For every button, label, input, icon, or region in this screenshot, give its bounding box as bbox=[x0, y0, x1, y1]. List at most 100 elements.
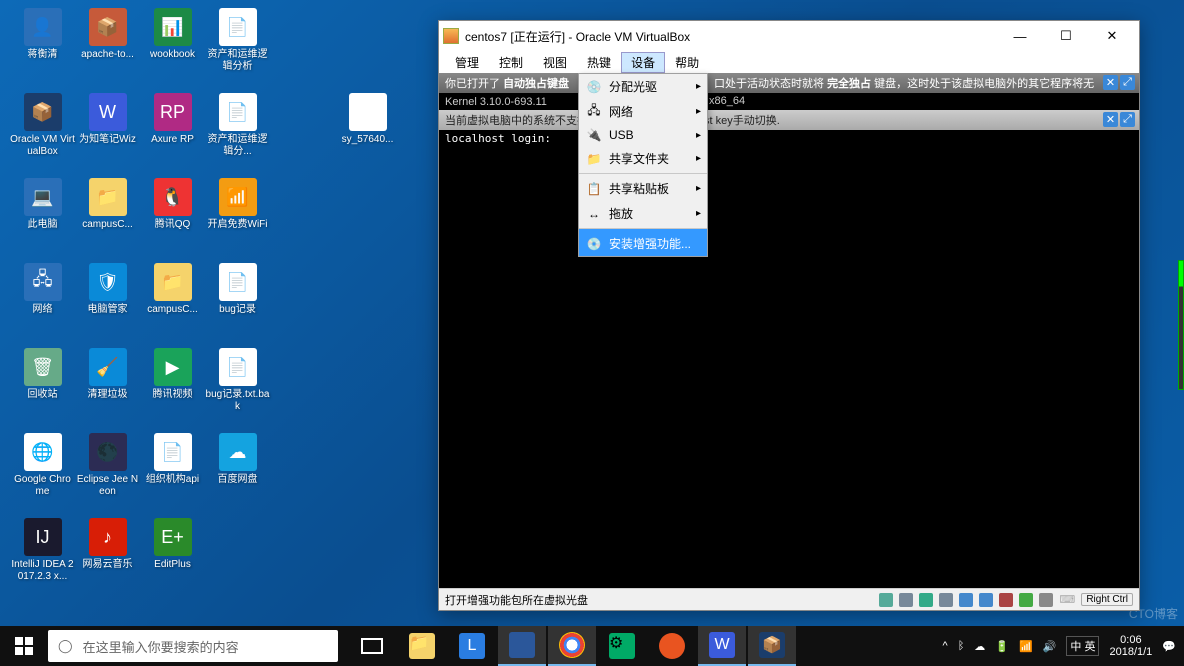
notify-dismiss-icon[interactable]: ✕ bbox=[1103, 75, 1118, 90]
menu-item[interactable]: 控制 bbox=[489, 52, 533, 73]
menu-item-icon: 📋 bbox=[585, 182, 603, 196]
desktop-icon[interactable]: 📄资产和运维逻辑分析 bbox=[205, 5, 270, 90]
notify-expand-icon[interactable]: ⤢ bbox=[1120, 75, 1135, 90]
menu-item[interactable]: 管理 bbox=[445, 52, 489, 73]
recording-icon bbox=[999, 593, 1013, 607]
system-tray[interactable]: ^ ᛒ ☁ 🔋 📶 🔊 中 英 0:06 2018/1/1 💬 bbox=[943, 634, 1184, 658]
cpu-icon bbox=[1019, 593, 1033, 607]
clock[interactable]: 0:06 2018/1/1 bbox=[1109, 634, 1152, 658]
notify-expand-icon[interactable]: ⤢ bbox=[1120, 112, 1135, 127]
menu-item-icon: 💿 bbox=[585, 80, 603, 94]
desktop-icon[interactable]: 💻此电脑 bbox=[10, 175, 75, 260]
notify-dismiss-icon[interactable]: ✕ bbox=[1103, 112, 1118, 127]
dropdown-item[interactable]: ↔拖放▸ bbox=[579, 201, 707, 226]
devices-dropdown[interactable]: 💿分配光驱▸🖧网络▸🔌USB▸📁共享文件夹▸📋共享粘贴板▸↔拖放▸💿安装增强功能… bbox=[578, 73, 708, 257]
hdd-icon bbox=[879, 593, 893, 607]
desktop-icon[interactable]: 📁campusC... bbox=[140, 260, 205, 345]
desktop-icon[interactable]: 🧹清理垃圾 bbox=[75, 345, 140, 430]
guest-display[interactable]: 你已打开了 自动独占键盘 口处于活动状态时就将 完全独占 键盘，这时处于该虚拟电… bbox=[439, 73, 1139, 588]
menu-item-icon: 💿 bbox=[585, 237, 603, 251]
menu-item[interactable]: 设备 bbox=[621, 52, 665, 73]
taskbar-app-word[interactable] bbox=[498, 626, 546, 666]
desktop-icon[interactable]: W为知笔记Wiz bbox=[75, 90, 140, 175]
menu-item-icon: 🖧 bbox=[585, 105, 603, 119]
cortana-icon: ◯ bbox=[58, 638, 73, 654]
search-box[interactable]: ◯ 在这里输入你要搜索的内容 bbox=[48, 630, 338, 662]
desktop-icon[interactable]: 🌐Google Chrome bbox=[10, 430, 75, 515]
taskbar-app-chrome[interactable] bbox=[548, 626, 596, 666]
desktop-icon[interactable]: 📄bug记录.txt.bak bbox=[205, 345, 270, 430]
dropdown-item[interactable]: 📁共享文件夹▸ bbox=[579, 146, 707, 171]
taskbar-app-virtualbox[interactable]: 📦 bbox=[748, 626, 796, 666]
taskbar-app-ubuntu[interactable] bbox=[648, 626, 696, 666]
optical-icon bbox=[899, 593, 913, 607]
dropdown-item[interactable]: 🖧网络▸ bbox=[579, 99, 707, 124]
taskbar[interactable]: ◯ 在这里输入你要搜索的内容 📁 L ⚙ W 📦 ^ ᛒ ☁ 🔋 📶 🔊 中 英… bbox=[0, 626, 1184, 666]
network-icon bbox=[919, 593, 933, 607]
desktop-icon[interactable]: 🗑回收站 bbox=[10, 345, 75, 430]
desktop-icon[interactable]: ☁百度网盘 bbox=[205, 430, 270, 515]
window-title: centos7 [正在运行] - Oracle VM VirtualBox bbox=[465, 28, 997, 45]
tray-volume-icon[interactable]: 🔊 bbox=[1043, 640, 1057, 653]
tray-wifi-icon[interactable]: 📶 bbox=[1019, 640, 1033, 653]
desktop-icon[interactable]: 📄组织机构api bbox=[140, 430, 205, 515]
tray-battery-icon[interactable]: 🔋 bbox=[995, 640, 1009, 653]
tray-bluetooth-icon[interactable]: ᛒ bbox=[958, 640, 965, 652]
desktop-icon[interactable]: 👤蒋衡清 bbox=[10, 5, 75, 90]
menu-item-icon: ↔ bbox=[585, 207, 603, 221]
titlebar[interactable]: centos7 [正在运行] - Oracle VM VirtualBox — … bbox=[439, 21, 1139, 51]
desktop-icon[interactable]: 🌑Eclipse Jee Neon bbox=[75, 430, 140, 515]
dropdown-item[interactable]: 📋共享粘贴板▸ bbox=[579, 173, 707, 201]
desktop-icon[interactable]: 🖧网络 bbox=[10, 260, 75, 345]
shared-folder-icon bbox=[959, 593, 973, 607]
desktop-icon[interactable]: 📄资产和运维逻辑分... bbox=[205, 90, 270, 175]
desktop-icon[interactable]: 📦Oracle VM VirtualBox bbox=[10, 90, 75, 175]
windows-icon bbox=[15, 637, 33, 655]
desktop-icon[interactable]: 📦apache-to... bbox=[75, 5, 140, 90]
desktop-icon[interactable]: ▶腾讯视频 bbox=[140, 345, 205, 430]
desktop-icon[interactable]: E+EditPlus bbox=[140, 515, 205, 600]
desktop-icon[interactable]: RPAxure RP bbox=[140, 90, 205, 175]
tray-onedrive-icon[interactable]: ☁ bbox=[974, 640, 985, 653]
desktop-icon[interactable]: 📄bug记录 bbox=[205, 260, 270, 345]
menubar[interactable]: 管理控制视图热键设备帮助 bbox=[439, 51, 1139, 73]
desktop-icon[interactable]: 📊wookbook bbox=[140, 5, 205, 90]
desktop-icon[interactable]: ♪网易云音乐 bbox=[75, 515, 140, 600]
desktop-icon[interactable]: 🐧腾讯QQ bbox=[140, 175, 205, 260]
login-prompt: localhost login: bbox=[439, 130, 1139, 147]
minimize-button[interactable]: — bbox=[997, 21, 1043, 51]
activity-indicator bbox=[1178, 260, 1184, 390]
host-key-indicator: Right Ctrl bbox=[1081, 593, 1133, 606]
maximize-button[interactable]: ☐ bbox=[1043, 21, 1089, 51]
desktop-icon[interactable]: 📁campusC... bbox=[75, 175, 140, 260]
desktop-icon[interactable]: 📶开启免费WiFi bbox=[205, 175, 270, 260]
dropdown-item[interactable]: 💿分配光驱▸ bbox=[579, 74, 707, 99]
taskbar-app-wps[interactable]: W bbox=[698, 626, 746, 666]
dropdown-item[interactable]: 🔌USB▸ bbox=[579, 124, 707, 146]
virtualbox-icon bbox=[443, 28, 459, 44]
virtualbox-window: centos7 [正在运行] - Oracle VM VirtualBox — … bbox=[438, 20, 1140, 611]
dropdown-item[interactable]: 💿安装增强功能... bbox=[579, 228, 707, 256]
taskbar-app-settings[interactable]: ⚙ bbox=[598, 626, 646, 666]
task-view-button[interactable] bbox=[348, 626, 396, 666]
taskbar-app-explorer[interactable]: 📁 bbox=[398, 626, 446, 666]
desktop-icon[interactable]: 🖼sy_57640... bbox=[335, 90, 400, 175]
menu-item-icon: 📁 bbox=[585, 152, 603, 166]
taskbar-app-lark[interactable]: L bbox=[448, 626, 496, 666]
menu-item[interactable]: 视图 bbox=[533, 52, 577, 73]
usb-icon bbox=[939, 593, 953, 607]
mouse-integration-icon bbox=[1039, 593, 1053, 607]
close-button[interactable]: ✕ bbox=[1089, 21, 1135, 51]
display-icon bbox=[979, 593, 993, 607]
statusbar: 打开增强功能包所在虚拟光盘 ⌨ Right Ctrl bbox=[439, 588, 1139, 610]
tray-chevron-icon[interactable]: ^ bbox=[943, 640, 948, 652]
desktop-icon[interactable]: IJIntelliJ IDEA 2017.2.3 x... bbox=[10, 515, 75, 600]
ime-indicator[interactable]: 中 英 bbox=[1066, 636, 1099, 656]
menu-item[interactable]: 热键 bbox=[577, 52, 621, 73]
action-center-icon[interactable]: 💬 bbox=[1162, 640, 1176, 653]
desktop-icon[interactable]: 🛡电脑管家 bbox=[75, 260, 140, 345]
notification-bar-1: 你已打开了 自动独占键盘 口处于活动状态时就将 完全独占 键盘，这时处于该虚拟电… bbox=[439, 73, 1139, 93]
start-button[interactable] bbox=[0, 626, 48, 666]
kernel-line: Kernel 3.10.0-693.11x86_64 bbox=[439, 93, 1139, 110]
menu-item[interactable]: 帮助 bbox=[665, 52, 709, 73]
